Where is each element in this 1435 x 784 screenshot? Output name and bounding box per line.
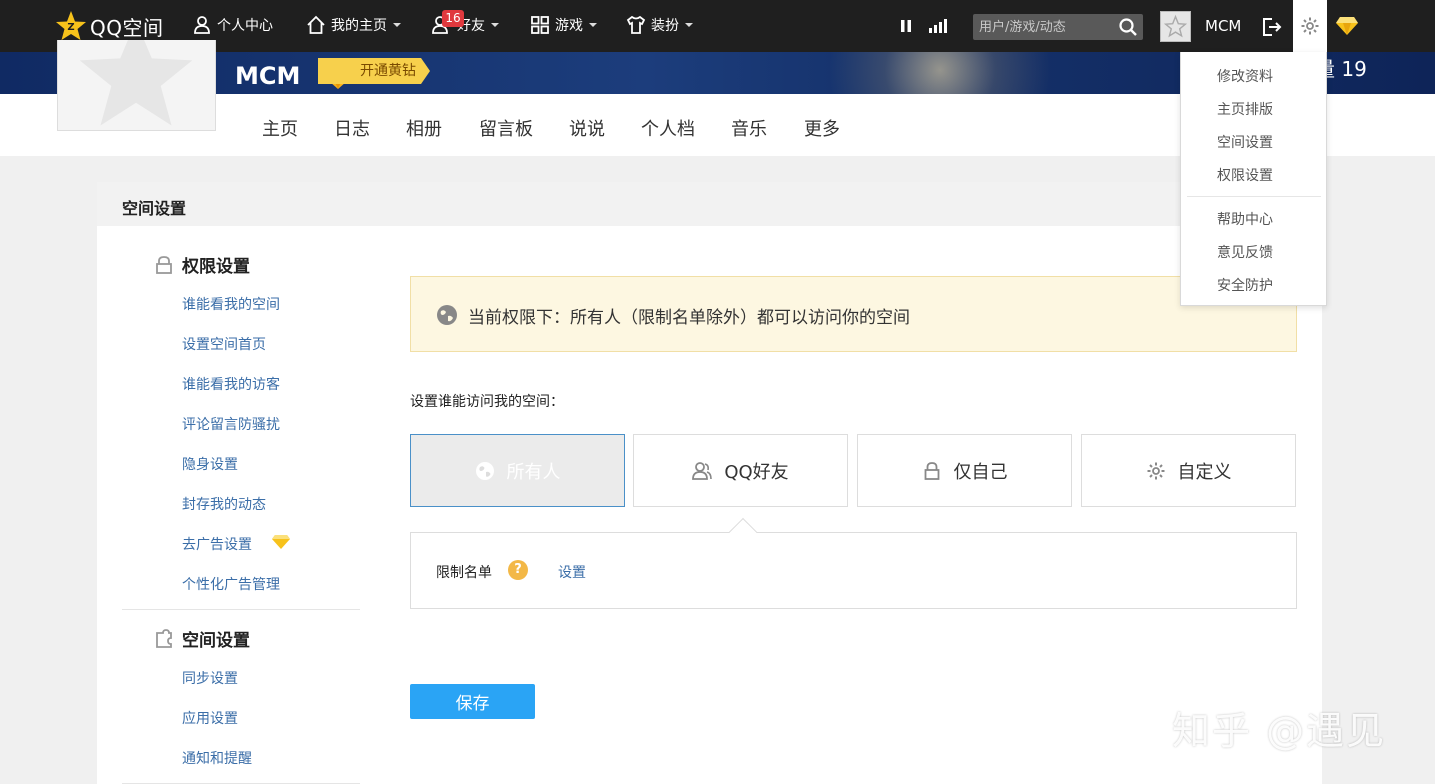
banner-decoration (760, 52, 1060, 94)
menu-item-layout[interactable]: 主页排版 (1217, 99, 1273, 119)
tab-shuoshuo[interactable]: 说说 (569, 115, 605, 141)
globe-icon (437, 305, 457, 325)
sidebar-divider (122, 609, 360, 610)
nav-label: 个人中心 (217, 18, 273, 34)
option-only-me[interactable]: 仅自己 (857, 434, 1072, 507)
grid-icon (531, 16, 549, 34)
menu-divider (1187, 196, 1321, 197)
tab-blog[interactable]: 日志 (334, 115, 370, 141)
option-custom[interactable]: 自定义 (1081, 434, 1296, 507)
sidebar-item-remove-ads[interactable]: 去广告设置 (182, 534, 252, 554)
tab-music[interactable]: 音乐 (731, 115, 767, 141)
menu-item-help-center[interactable]: 帮助中心 (1217, 209, 1273, 229)
menu-item-space-settings[interactable]: 空间设置 (1217, 132, 1273, 152)
sidebar-item-archive-feeds[interactable]: 封存我的动态 (182, 494, 266, 514)
option-label: 仅自己 (953, 461, 1008, 483)
chevron-down-icon (589, 23, 597, 27)
sidebar-item-space-homepage[interactable]: 设置空间首页 (182, 334, 266, 354)
menu-item-security[interactable]: 安全防护 (1217, 275, 1273, 295)
restriction-list-label: 限制名单 (436, 565, 492, 581)
menu-item-permission-settings[interactable]: 权限设置 (1217, 165, 1273, 185)
restriction-list-box (410, 532, 1297, 609)
nav-label: 我的主页 (331, 18, 387, 34)
logout-icon[interactable] (1260, 16, 1282, 38)
username[interactable]: MCM (1205, 17, 1241, 35)
logo-text: QQ空间 (90, 15, 164, 40)
signal-bars-icon[interactable] (928, 19, 950, 33)
gear-icon (1301, 17, 1319, 35)
diamond-icon (272, 535, 290, 549)
settings-panel: 空间设置 权限设置 谁能看我的空间 设置空间首页 谁能看我的访客 评论留言防骚扰… (97, 182, 1322, 784)
sidebar-item-notifications[interactable]: 通知和提醒 (182, 748, 252, 768)
tab-profile[interactable]: 个人档 (641, 115, 695, 141)
sidebar-item-sync[interactable]: 同步设置 (182, 668, 238, 688)
user-avatar[interactable] (1160, 11, 1191, 42)
nav-label: 游戏 (555, 18, 583, 34)
search-icon[interactable] (1118, 17, 1138, 37)
sidebar-item-stealth[interactable]: 隐身设置 (182, 454, 238, 474)
option-label: 自定义 (1177, 461, 1232, 483)
sidebar-group-title: 空间设置 (182, 631, 250, 651)
avatar-star-icon (1163, 14, 1188, 38)
sidebar-item-anti-harassment[interactable]: 评论留言防骚扰 (182, 414, 280, 434)
space-owner-name: MCM (235, 62, 301, 90)
chevron-down-icon (685, 23, 693, 27)
nav-personal-center[interactable]: 个人中心 (192, 15, 273, 35)
settings-dropdown-menu: 修改资料 主页排版 空间设置 权限设置 帮助中心 意见反馈 安全防护 (1180, 52, 1327, 306)
puzzle-icon (156, 628, 172, 648)
qzone-logo[interactable]: Z QQ空间 (55, 10, 163, 42)
setting-label: 设置谁能访问我的空间： (410, 394, 564, 410)
menu-item-edit-profile[interactable]: 修改资料 (1217, 66, 1273, 86)
nav-label: 装扮 (651, 18, 679, 34)
tab-album[interactable]: 相册 (406, 115, 442, 141)
gear-icon (1147, 462, 1164, 479)
sidebar-group-space: 空间设置 (154, 626, 250, 651)
nav-decorate[interactable]: 装扮 (626, 15, 693, 35)
save-button[interactable]: 保存 (410, 684, 535, 719)
permission-notice: 当前权限下：所有人（限制名单除外）都可以访问你的空间 (410, 276, 1297, 352)
tab-guestbook[interactable]: 留言板 (479, 115, 533, 141)
sidebar-item-ad-personalization[interactable]: 个性化广告管理 (182, 574, 280, 594)
friends-icon (692, 461, 713, 480)
nav-my-home[interactable]: 我的主页 (306, 15, 401, 35)
menu-item-feedback[interactable]: 意见反馈 (1217, 242, 1273, 262)
option-qq-friends[interactable]: QQ好友 (633, 434, 848, 507)
sidebar-group-title: 权限设置 (182, 257, 250, 277)
chevron-down-icon (393, 23, 401, 27)
default-avatar-star-icon (79, 40, 193, 126)
yellow-diamond-icon[interactable] (1335, 15, 1359, 37)
sidebar-item-who-can-view[interactable]: 谁能看我的空间 (182, 294, 280, 314)
shirt-icon (626, 15, 646, 34)
watermark-text: 知乎 @遇见 (1172, 709, 1387, 753)
option-label: QQ好友 (724, 461, 789, 483)
profile-avatar[interactable] (57, 40, 216, 131)
lock-icon (924, 461, 939, 480)
person-icon (194, 16, 210, 34)
tab-more[interactable]: 更多 (804, 115, 840, 141)
home-icon (307, 15, 325, 34)
settings-gear-button[interactable] (1293, 0, 1327, 52)
tab-home[interactable]: 主页 (262, 115, 298, 141)
sidebar-group-permissions: 权限设置 (154, 252, 250, 277)
panel-title: 空间设置 (122, 199, 187, 218)
sidebar-item-visitor-visibility[interactable]: 谁能看我的访客 (182, 374, 280, 394)
notice-text: 当前权限下：所有人（限制名单除外）都可以访问你的空间 (468, 308, 910, 328)
vip-tag-label: 开通黄钻 (318, 58, 430, 84)
pause-icon[interactable] (899, 19, 913, 33)
chevron-down-icon (491, 23, 499, 27)
option-everyone[interactable]: 所有人 (410, 434, 625, 507)
search-input[interactable] (973, 14, 1113, 40)
help-icon[interactable]: ? (508, 560, 528, 580)
vip-upgrade-tag[interactable]: 开通黄钻 (318, 52, 430, 89)
svg-text:Z: Z (67, 22, 74, 33)
option-label: 所有人 (506, 461, 561, 483)
sidebar-item-apps[interactable]: 应用设置 (182, 708, 238, 728)
panel-header: 空间设置 (97, 182, 1322, 226)
restriction-list-set-link[interactable]: 设置 (558, 562, 586, 582)
nav-games[interactable]: 游戏 (530, 15, 597, 35)
lock-icon (156, 255, 172, 274)
star-logo-icon: Z (56, 11, 86, 40)
globe-icon (475, 461, 494, 480)
friends-count-badge: 16 (442, 10, 464, 27)
